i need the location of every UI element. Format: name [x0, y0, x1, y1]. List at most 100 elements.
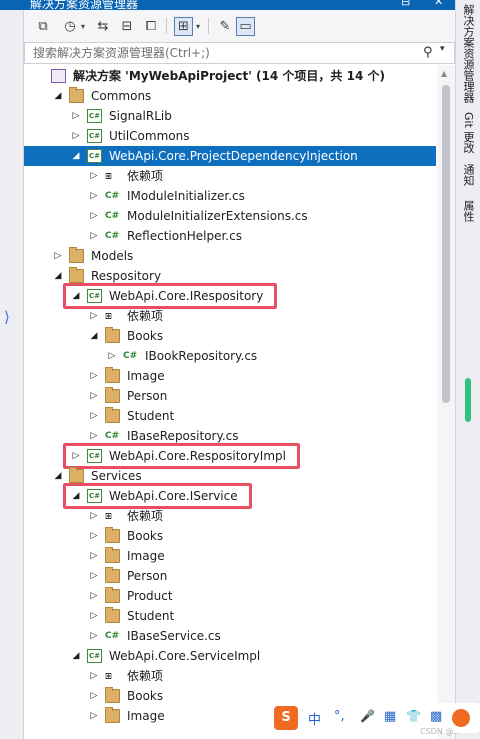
keyboard-icon[interactable]: ▦	[384, 709, 396, 724]
tree-item-label: ModuleInitializerExtensions.cs	[127, 209, 308, 223]
tree-item-label: Image	[127, 369, 165, 383]
tree-item[interactable]: ◢ Books	[24, 326, 436, 346]
tree-item[interactable]: ▷ Image	[24, 366, 436, 386]
csproj-icon: C#	[87, 149, 102, 163]
csproj-icon: C#	[87, 129, 102, 143]
collapsed-chevron-icon[interactable]: ▷	[71, 109, 81, 123]
collapsed-chevron-icon[interactable]: ▷	[89, 309, 99, 323]
collapsed-chevron-icon[interactable]: ▷	[89, 169, 99, 183]
csfile-icon: C#	[105, 211, 120, 221]
tree-item[interactable]: ▷ C# UtilCommons	[24, 126, 436, 146]
collapsed-chevron-icon[interactable]: ▷	[89, 389, 99, 403]
folder-icon	[105, 407, 120, 423]
tree-item[interactable]: 解决方案 'MyWebApiProject' (14 个项目，共 14 个)	[24, 66, 436, 86]
expanded-chevron-icon[interactable]: ◢	[53, 89, 63, 103]
pin-icon[interactable]: ⊟	[401, 0, 410, 8]
tree-item[interactable]: ▷ Person	[24, 566, 436, 586]
collapsed-chevron-icon[interactable]: ▷	[89, 229, 99, 243]
scope-icon[interactable]: ⊞	[174, 17, 193, 36]
tree-item[interactable]: ▷ Person	[24, 386, 436, 406]
tree-item-label: Books	[127, 329, 164, 343]
tree-item[interactable]: ▷ Books	[24, 526, 436, 546]
expanded-chevron-icon[interactable]: ◢	[89, 329, 99, 343]
tree-item[interactable]: ▷ ⧆ 依赖项	[24, 506, 436, 526]
search-box[interactable]: ⚲ ▾	[24, 42, 455, 64]
vertical-scrollbar[interactable]: ▲ ▼	[437, 65, 455, 739]
toolbox-icon[interactable]: ▩	[430, 709, 442, 724]
properties-wrench-icon[interactable]: ✎	[216, 17, 234, 36]
tree-item[interactable]: ▷ Student	[24, 406, 436, 426]
collapsed-chevron-icon[interactable]: ▷	[89, 689, 99, 703]
tree-item[interactable]: ▷ Product	[24, 586, 436, 606]
search-input[interactable]	[33, 46, 403, 60]
collapsed-chevron-icon[interactable]: ▷	[89, 369, 99, 383]
skin-icon[interactable]: 👕	[406, 709, 421, 723]
collapsed-chevron-icon[interactable]: ▷	[89, 549, 99, 563]
collapsed-chevron-icon[interactable]: ▷	[89, 629, 99, 643]
close-icon[interactable]: ✕	[434, 0, 443, 8]
tree-item[interactable]: ▷ Image	[24, 546, 436, 566]
expanded-chevron-icon[interactable]: ◢	[53, 469, 63, 483]
expanded-chevron-icon[interactable]: ◢	[71, 149, 81, 163]
collapsed-chevron-icon[interactable]: ▷	[89, 429, 99, 443]
tree-item[interactable]: ▷ C# IBaseService.cs	[24, 626, 436, 646]
collapsed-chevron-icon[interactable]: ▷	[89, 609, 99, 623]
collapsed-chevron-icon[interactable]: ▷	[89, 709, 99, 723]
collapsed-chevron-icon[interactable]: ▷	[89, 669, 99, 683]
ime-avatar-icon[interactable]	[452, 709, 470, 727]
tree-item[interactable]: ▷ C# ReflectionHelper.cs	[24, 226, 436, 246]
ime-logo-icon[interactable]: S	[274, 706, 298, 730]
collapsed-chevron-icon[interactable]: ▷	[89, 509, 99, 523]
chevron-down-icon[interactable]: ▾	[78, 17, 88, 36]
folder-icon	[105, 707, 120, 723]
tree-item-label: Commons	[91, 89, 152, 103]
collapsed-chevron-icon[interactable]: ▷	[71, 129, 81, 143]
collapse-all-icon[interactable]: ⊟	[118, 17, 136, 36]
tab-git-changes[interactable]: Git 更改	[460, 112, 476, 153]
tree-item[interactable]: ▷ ⧆ 依赖项	[24, 166, 436, 186]
csfile-icon: C#	[105, 191, 120, 201]
tree-item[interactable]: ◢ C# WebApi.Core.ServiceImpl	[24, 646, 436, 666]
collapsed-chevron-icon[interactable]: ▷	[89, 529, 99, 543]
collapsed-chevron-icon[interactable]: ▷	[89, 589, 99, 603]
sync-icon[interactable]: ⇆	[94, 17, 112, 36]
tree-item[interactable]: ▷ C# IModuleInitializer.cs	[24, 186, 436, 206]
collapsed-chevron-icon[interactable]: ▷	[89, 189, 99, 203]
window-title: 解决方案资源管理器	[30, 0, 139, 10]
pending-changes-icon[interactable]: ◷	[62, 17, 78, 36]
tree-item[interactable]: ▷ ⧆ 依赖项	[24, 666, 436, 686]
folder-icon	[105, 387, 120, 403]
tree-item[interactable]: ◢ Commons	[24, 86, 436, 106]
microphone-icon[interactable]: 🎤	[360, 709, 375, 723]
dependencies-icon: ⧆	[105, 309, 112, 322]
csfile-icon: C#	[105, 431, 120, 441]
tree-item[interactable]: ▷ C# IBookRepository.cs	[24, 346, 436, 366]
tree-item[interactable]: ▷ ⧆ 依赖项	[24, 306, 436, 326]
tab-properties[interactable]: 属性	[460, 200, 476, 222]
tree-item[interactable]: ◢ C# WebApi.Core.ProjectDependencyInjectio…	[24, 146, 436, 166]
expanded-chevron-icon[interactable]: ◢	[71, 649, 81, 663]
search-icon[interactable]: ⚲	[423, 45, 433, 60]
switch-views-icon[interactable]: ⧉	[34, 17, 52, 36]
scroll-up-icon[interactable]: ▲	[441, 69, 447, 78]
chevron-down-icon[interactable]: ▾	[440, 44, 445, 54]
chevron-down-icon[interactable]: ▾	[193, 17, 203, 36]
collapsed-chevron-icon[interactable]: ▷	[89, 209, 99, 223]
collapsed-chevron-icon[interactable]: ▷	[53, 249, 63, 263]
tree-item[interactable]: ▷ Student	[24, 606, 436, 626]
tree-item[interactable]: ▷ C# SignalRLib	[24, 106, 436, 126]
collapsed-chevron-icon[interactable]: ▷	[107, 349, 117, 363]
collapsed-chevron-icon[interactable]: ▷	[89, 569, 99, 583]
tree-item[interactable]: ▷ C# ModuleInitializerExtensions.cs	[24, 206, 436, 226]
tree-item[interactable]: ▷ Models	[24, 246, 436, 266]
ime-language-toggle[interactable]: 中	[308, 709, 321, 728]
csproj-icon: C#	[87, 649, 102, 663]
show-all-files-icon[interactable]: ⧠	[142, 17, 160, 36]
tab-solution-explorer[interactable]: 解决方案资源管理器	[460, 4, 476, 103]
ime-punct-toggle[interactable]: °,	[334, 709, 345, 724]
preview-icon[interactable]: ▭	[236, 17, 255, 36]
collapsed-chevron-icon[interactable]: ▷	[89, 409, 99, 423]
scrollbar-thumb[interactable]	[442, 85, 450, 403]
tab-notifications[interactable]: 通知	[460, 164, 476, 186]
expanded-chevron-icon[interactable]: ◢	[53, 269, 63, 283]
